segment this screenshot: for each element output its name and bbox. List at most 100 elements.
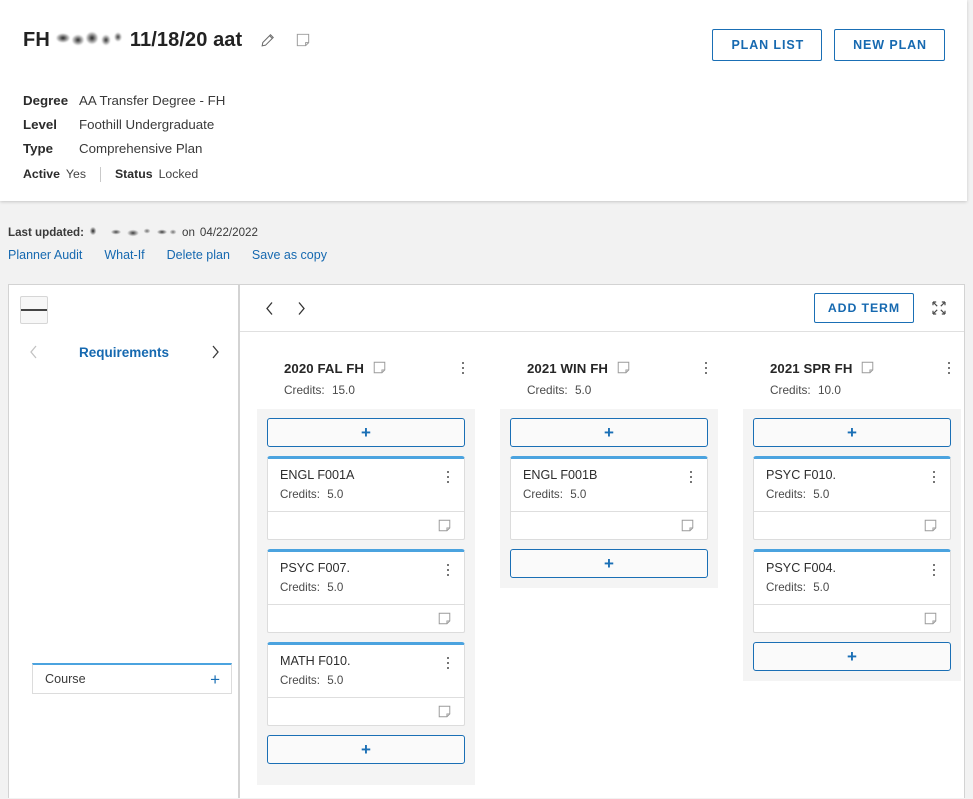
course-card[interactable]: ENGL F001A Credits: 5.0	[267, 456, 465, 540]
meta-label-level: Level	[23, 117, 79, 132]
plan-action-links: Planner Audit What-If Delete plan Save a…	[8, 248, 608, 262]
term-credits-value: 10.0	[818, 383, 841, 397]
course-menu-icon[interactable]	[926, 468, 942, 486]
last-updated-strip: Last updated: on 04/22/2022 Planner Audi…	[8, 224, 608, 262]
course-card[interactable]: PSYC F010. Credits: 5.0	[753, 456, 951, 540]
delete-plan-link[interactable]: Delete plan	[167, 248, 230, 262]
add-course-slot[interactable]: +	[753, 642, 951, 671]
course-credits-label: Credits:	[523, 488, 563, 501]
term-menu-icon[interactable]	[941, 359, 957, 377]
term-body: + PSYC F010. Credits: 5.0	[743, 409, 961, 681]
active-label: Active	[23, 167, 60, 181]
course-credits: Credits: 5.0	[766, 581, 926, 594]
note-icon[interactable]	[292, 29, 314, 51]
term-credits: Credits: 15.0	[284, 383, 471, 397]
meta-row-type: Type Comprehensive Plan	[23, 136, 225, 160]
hamburger-bar	[30, 309, 39, 311]
note-icon[interactable]	[373, 361, 387, 375]
chevron-right-icon[interactable]	[206, 343, 224, 361]
term-body: + ENGL F001A Credits: 5.0	[257, 409, 475, 785]
add-course-slot[interactable]: +	[510, 418, 708, 447]
collapse-arrows-icon[interactable]	[931, 300, 947, 316]
term-column: 2020 FAL FH Credits: 15.0 +	[257, 332, 475, 799]
course-credits-value: 5.0	[813, 488, 829, 501]
course-menu-icon[interactable]	[683, 468, 699, 486]
planner-panel: ADD TERM 2020 FAL FH	[239, 284, 965, 798]
chevron-left-icon[interactable]	[24, 343, 42, 361]
plan-status-row: Active Yes Status Locked	[23, 166, 198, 182]
note-icon[interactable]	[438, 612, 452, 626]
course-credits-value: 5.0	[327, 581, 343, 594]
term-credits-value: 15.0	[332, 383, 355, 397]
term-credits-value: 5.0	[575, 383, 591, 397]
plus-icon: +	[604, 424, 614, 441]
note-icon[interactable]	[861, 361, 875, 375]
status-divider	[100, 167, 101, 182]
redacted-updated-by	[89, 226, 177, 238]
term-header: 2021 SPR FH Credits: 10.0	[743, 332, 961, 409]
course-code: PSYC F010.	[766, 468, 926, 482]
term-menu-icon[interactable]	[698, 359, 714, 377]
save-as-copy-link[interactable]: Save as copy	[252, 248, 327, 262]
what-if-link[interactable]: What-If	[104, 248, 144, 262]
last-updated-line: Last updated: on 04/22/2022	[8, 224, 608, 240]
chevron-right-icon[interactable]	[292, 298, 310, 318]
plan-title-prefix: FH	[23, 29, 50, 51]
planner-toolbar-actions: ADD TERM	[814, 293, 947, 323]
plan-title-suffix: 11/18/20 aat	[130, 29, 242, 51]
course-code: ENGL F001B	[523, 468, 683, 482]
planner-audit-link[interactable]: Planner Audit	[8, 248, 82, 262]
course-card-footer	[268, 511, 464, 539]
course-menu-icon[interactable]	[440, 654, 456, 672]
course-code: PSYC F007.	[280, 561, 440, 575]
plan-list-button[interactable]: PLAN LIST	[712, 29, 822, 61]
course-card[interactable]: MATH F010. Credits: 5.0	[267, 642, 465, 726]
term-menu-icon[interactable]	[455, 359, 471, 377]
course-menu-icon[interactable]	[440, 561, 456, 579]
status-badge: Locked	[159, 167, 199, 181]
course-credits-value: 5.0	[813, 581, 829, 594]
add-course-slot[interactable]: +	[267, 735, 465, 764]
course-card[interactable]: PSYC F007. Credits: 5.0	[267, 549, 465, 633]
term-name: 2021 WIN FH	[527, 361, 608, 376]
page-title: FH 11/18/20 aat	[23, 29, 242, 52]
course-menu-icon[interactable]	[440, 468, 456, 486]
course-card[interactable]: ENGL F001B Credits: 5.0	[510, 456, 708, 540]
chevron-left-icon[interactable]	[260, 298, 278, 318]
term-name: 2021 SPR FH	[770, 361, 852, 376]
hamburger-icon[interactable]	[20, 296, 48, 324]
sidebar-item-course[interactable]: Course +	[32, 663, 232, 694]
add-course-slot[interactable]: +	[753, 418, 951, 447]
plan-meta-table: Degree AA Transfer Degree - FH Level Foo…	[23, 88, 225, 160]
course-card[interactable]: PSYC F004. Credits: 5.0	[753, 549, 951, 633]
plus-icon[interactable]: +	[210, 671, 220, 688]
note-icon[interactable]	[924, 519, 938, 533]
pencil-icon[interactable]	[256, 29, 278, 51]
add-course-slot[interactable]: +	[267, 418, 465, 447]
course-credits-value: 5.0	[327, 674, 343, 687]
requirements-title: Requirements	[79, 345, 169, 360]
term-column: 2021 SPR FH Credits: 10.0 +	[743, 332, 961, 799]
note-icon[interactable]	[438, 705, 452, 719]
course-card-footer	[511, 511, 707, 539]
course-menu-icon[interactable]	[926, 561, 942, 579]
meta-value-level: Foothill Undergraduate	[79, 117, 214, 132]
meta-label-degree: Degree	[23, 93, 79, 108]
note-icon[interactable]	[438, 519, 452, 533]
course-credits-label: Credits:	[280, 581, 320, 594]
term-column: 2021 WIN FH Credits: 5.0 +	[500, 332, 718, 799]
note-icon[interactable]	[617, 361, 631, 375]
sidebar-item-label: Course	[45, 672, 86, 686]
last-updated-on: on	[182, 226, 195, 239]
note-icon[interactable]	[681, 519, 695, 533]
plus-icon: +	[361, 424, 371, 441]
add-term-button[interactable]: ADD TERM	[814, 293, 914, 323]
hamburger-bar	[21, 309, 30, 311]
course-code: PSYC F004.	[766, 561, 926, 575]
add-course-slot[interactable]: +	[510, 549, 708, 578]
term-header: 2020 FAL FH Credits: 15.0	[257, 332, 475, 409]
note-icon[interactable]	[924, 612, 938, 626]
new-plan-button[interactable]: NEW PLAN	[834, 29, 945, 61]
meta-row-level: Level Foothill Undergraduate	[23, 112, 225, 136]
meta-value-type: Comprehensive Plan	[79, 141, 202, 156]
